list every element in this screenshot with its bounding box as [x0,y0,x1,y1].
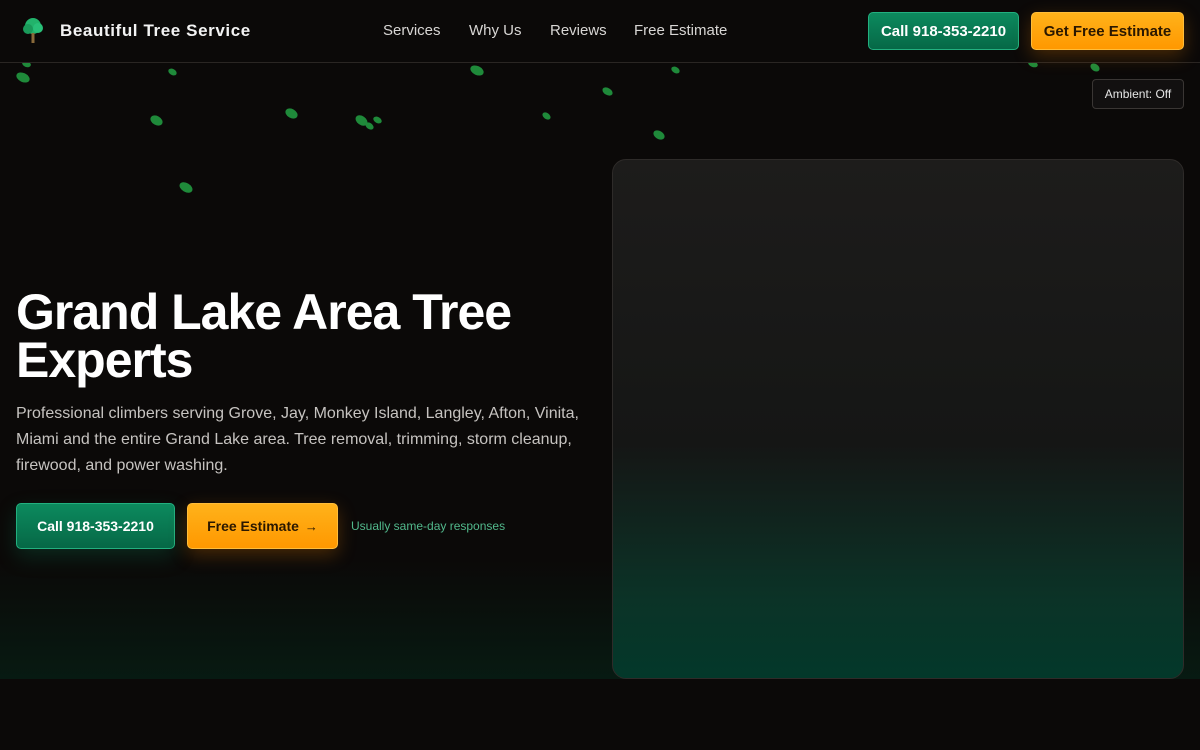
leaf-icon [670,65,681,75]
hero-title: Grand Lake Area Tree Experts [16,284,512,388]
tree-icon[interactable] [20,16,46,44]
leaf-icon [14,70,32,85]
leaf-icon [177,180,195,195]
nav-reviews[interactable]: Reviews [550,22,607,39]
ambient-toggle[interactable]: Ambient: Off [1092,79,1184,109]
page-bottom [0,679,1200,750]
leaf-icon [600,85,615,98]
leaf-icon [468,63,486,78]
leaf-icon [148,113,165,128]
brand-name[interactable]: Beautiful Tree Service [60,21,251,41]
leaf-icon [1088,61,1102,74]
header-estimate-button[interactable]: Get Free Estimate [1031,12,1184,50]
hero-media-panel [612,159,1184,679]
hero-estimate-button[interactable]: Free Estimate → [187,503,338,549]
response-note: Usually same-day responses [351,519,506,533]
header-call-button[interactable]: Call 918-353-2210 [868,12,1019,50]
site-header: Beautiful Tree Service Services Why Us R… [0,0,1200,63]
leaf-icon [651,128,667,142]
leaf-icon [364,120,375,132]
hero-call-button[interactable]: Call 918-353-2210 [16,503,175,549]
leaf-icon [283,106,300,121]
nav-free-estimate[interactable]: Free Estimate [634,22,727,39]
leaf-icon [541,110,552,122]
arrow-right-icon: → [304,518,318,534]
nav-why-us[interactable]: Why Us [469,22,522,39]
nav-services[interactable]: Services [383,22,441,39]
hero-estimate-label: Free Estimate [207,518,299,534]
leaf-icon [372,115,383,125]
leaf-icon [167,67,178,77]
hero-subtitle: Professional climbers serving Grove, Jay… [16,405,579,474]
